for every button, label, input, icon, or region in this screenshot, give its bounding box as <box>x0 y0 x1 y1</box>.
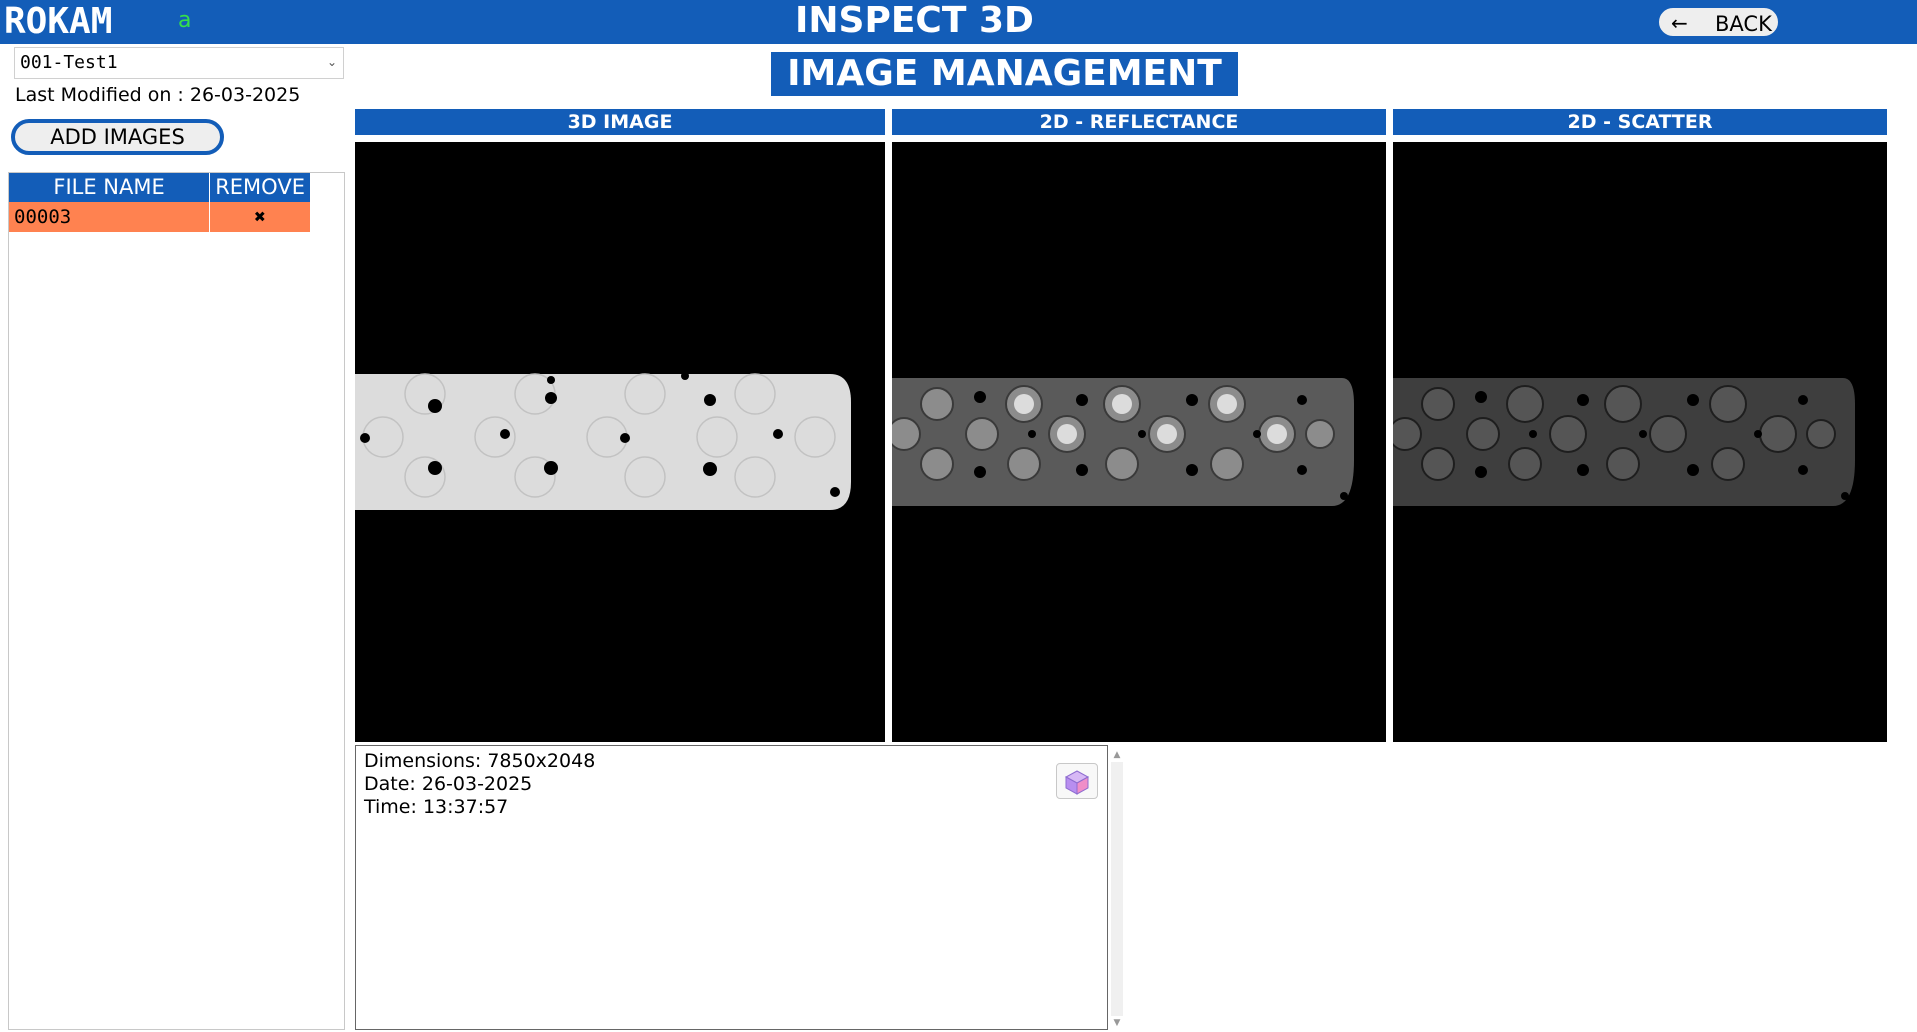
info-time: Time: 13:37:57 <box>364 796 509 818</box>
app-title: INSPECT 3D <box>795 0 1034 41</box>
last-modified-text: Last Modified on : 26-03-2025 <box>15 84 301 106</box>
info-scrollbar[interactable]: ▲ ▼ <box>1110 748 1124 1030</box>
back-button-label: BACK <box>1715 12 1772 36</box>
arrow-left-icon: ← <box>1671 11 1688 35</box>
column-header-remove: REMOVE <box>209 173 310 202</box>
info-date: Date: 26-03-2025 <box>364 773 533 795</box>
part-image-scatter <box>1393 378 1855 506</box>
image-info-box: Dimensions: 7850x2048 Date: 26-03-2025 T… <box>355 745 1108 1030</box>
chevron-down-icon: ⌄ <box>326 55 337 69</box>
scroll-track[interactable] <box>1111 762 1123 1016</box>
top-bar: ROKAM a INSPECT 3D ← BACK <box>0 0 1917 44</box>
part-image-reflectance <box>892 378 1354 506</box>
view-header-2d-scatter: 2D - SCATTER <box>1393 109 1887 135</box>
info-dimensions: Dimensions: 7850x2048 <box>364 750 596 772</box>
file-list-panel: FILE NAME REMOVE 00003 ✖ <box>8 172 345 1030</box>
page-title: IMAGE MANAGEMENT <box>771 52 1238 96</box>
cube-icon <box>1064 770 1090 795</box>
image-viewer-scatter[interactable] <box>1393 142 1887 742</box>
image-viewer-3d[interactable] <box>355 142 885 742</box>
close-icon[interactable]: ✖ <box>209 202 310 232</box>
part-image-3d <box>355 372 873 510</box>
scroll-down-arrow-icon[interactable]: ▼ <box>1110 1016 1124 1030</box>
column-header-file-name: FILE NAME <box>9 173 211 202</box>
file-table: FILE NAME REMOVE 00003 ✖ <box>9 173 310 232</box>
brand-logo: ROKAM <box>4 1 113 42</box>
view-header-2d-reflectance: 2D - REFLECTANCE <box>892 109 1386 135</box>
image-viewer-reflectance[interactable] <box>892 142 1386 742</box>
file-name-cell[interactable]: 00003 <box>9 202 211 232</box>
view-header-3d-image: 3D IMAGE <box>355 109 885 135</box>
project-select-value: 001-Test1 <box>20 52 118 73</box>
project-select[interactable]: 001-Test1 ⌄ <box>14 47 344 79</box>
add-images-button[interactable]: ADD IMAGES <box>11 119 224 155</box>
user-indicator: a <box>178 8 192 33</box>
table-row[interactable]: 00003 ✖ <box>9 202 310 232</box>
view-3d-button[interactable] <box>1056 763 1098 799</box>
scroll-up-arrow-icon[interactable]: ▲ <box>1110 748 1124 762</box>
back-button[interactable]: ← BACK <box>1657 6 1780 38</box>
